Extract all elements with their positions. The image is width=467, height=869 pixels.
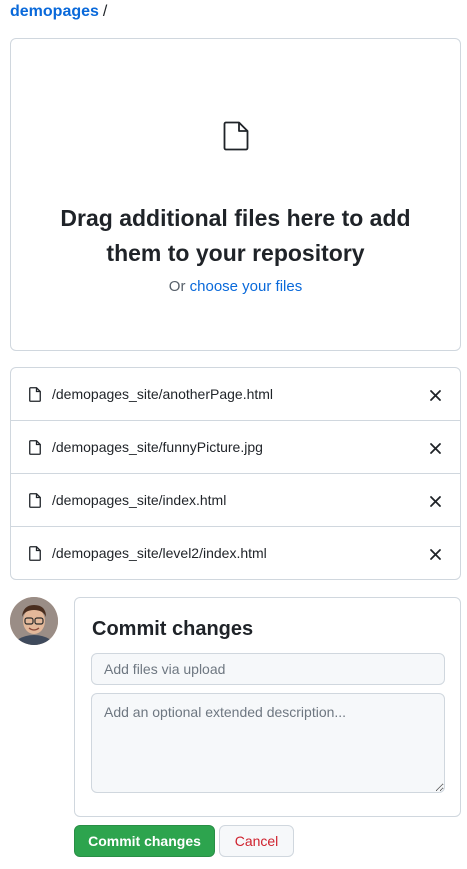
choose-prefix: Or <box>168 278 190 295</box>
file-name: /demopages_site/level2/index.html <box>52 545 267 561</box>
close-icon[interactable] <box>429 548 442 561</box>
commit-description-textarea[interactable] <box>91 693 445 793</box>
file-row: /demopages_site/funnyPicture.jpg <box>11 421 460 474</box>
breadcrumb: demopages / <box>10 2 107 22</box>
file-icon <box>223 121 249 156</box>
file-icon <box>29 440 41 460</box>
file-row: /demopages_site/level2/index.html <box>11 527 460 580</box>
file-name: /demopages_site/funnyPicture.jpg <box>52 439 263 455</box>
cancel-button[interactable]: Cancel <box>219 825 294 857</box>
close-icon[interactable] <box>429 442 442 455</box>
file-name: /demopages_site/index.html <box>52 492 227 508</box>
commit-changes-button[interactable]: Commit changes <box>74 825 215 857</box>
file-icon <box>29 493 41 513</box>
file-drop-zone[interactable]: Drag additional files here to add them t… <box>10 38 461 351</box>
file-row: /demopages_site/index.html <box>11 474 460 527</box>
commit-form: Commit changes <box>74 597 461 817</box>
file-icon <box>29 387 41 407</box>
choose-files-link[interactable]: choose your files <box>190 278 303 295</box>
close-icon[interactable] <box>429 389 442 402</box>
avatar <box>10 597 58 645</box>
uploaded-file-list: /demopages_site/anotherPage.html /demopa… <box>10 367 461 580</box>
commit-summary-input[interactable] <box>91 653 445 685</box>
file-row: /demopages_site/anotherPage.html <box>11 368 460 421</box>
dropzone-choose-text: Or choose your files <box>11 278 460 295</box>
close-icon[interactable] <box>429 495 442 508</box>
breadcrumb-separator: / <box>102 3 108 20</box>
commit-heading: Commit changes <box>92 618 254 640</box>
breadcrumb-repo-link[interactable]: demopages <box>10 3 99 20</box>
file-name: /demopages_site/anotherPage.html <box>52 386 274 402</box>
file-icon <box>29 546 41 566</box>
dropzone-title: Drag additional files here to add them t… <box>60 205 411 266</box>
